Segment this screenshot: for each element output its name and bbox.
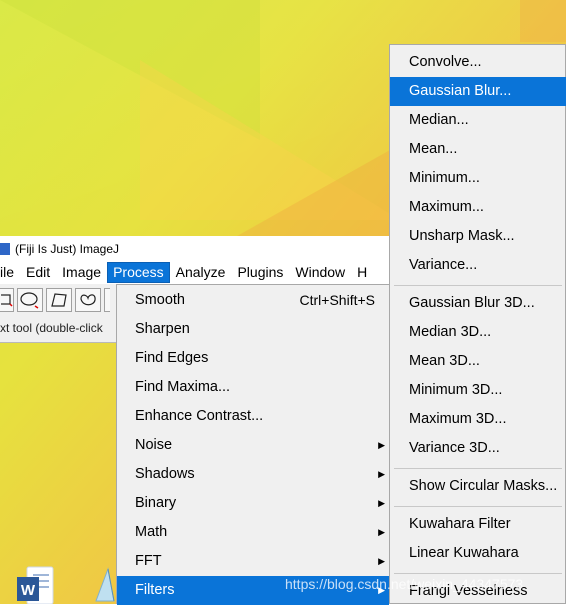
submenu-item-gaussian-blur[interactable]: Gaussian Blur... [390, 77, 566, 106]
menu-item-label: Find Maxima... [135, 379, 231, 395]
submenu-item-median-3d[interactable]: Median 3D... [390, 318, 566, 347]
filters-submenu: Convolve... Gaussian Blur... Median... M… [389, 44, 566, 604]
menu-bar: ile Edit Image Process Analyze Plugins W… [0, 261, 400, 284]
menu-item-shadows[interactable]: Shadows ▶ [117, 460, 389, 489]
wallpaper-shape [520, 0, 566, 42]
menu-image[interactable]: Image [56, 262, 107, 283]
menu-item-label: Binary [135, 495, 177, 511]
freehand-tool-icon[interactable] [75, 288, 101, 312]
menu-item-noise[interactable]: Noise ▶ [117, 431, 389, 460]
desktop-app-icon[interactable] [94, 567, 116, 604]
submenu-item-convolve[interactable]: Convolve... [390, 48, 566, 77]
wallpaper-shape [230, 150, 390, 240]
submenu-item-unsharp-mask[interactable]: Unsharp Mask... [390, 222, 566, 251]
menu-edit[interactable]: Edit [20, 262, 56, 283]
submenu-item-frangi-vesselness[interactable]: Frangi Vesselness [390, 577, 566, 606]
submenu-item-maximum-3d[interactable]: Maximum 3D... [390, 405, 566, 434]
menu-item-label: Math [135, 524, 168, 540]
submenu-arrow-icon: ▶ [378, 440, 385, 450]
menu-item-smooth[interactable]: Smooth Ctrl+Shift+S [117, 286, 389, 315]
menu-item-label: Find Edges [135, 350, 209, 366]
submenu-item-minimum-3d[interactable]: Minimum 3D... [390, 376, 566, 405]
word-app-icon[interactable]: W [15, 565, 55, 605]
menu-analyze[interactable]: Analyze [170, 262, 232, 283]
svg-text:W: W [21, 582, 36, 599]
rectangle-tool-icon[interactable] [0, 288, 14, 312]
submenu-arrow-icon: ▶ [378, 585, 385, 595]
menu-item-label: FFT [135, 553, 162, 569]
submenu-item-gaussian-blur-3d[interactable]: Gaussian Blur 3D... [390, 289, 566, 318]
menu-item-sharpen[interactable]: Sharpen [117, 315, 389, 344]
menu-item-filters[interactable]: Filters ▶ [117, 576, 389, 605]
window-title: (Fiji Is Just) ImageJ [15, 241, 120, 256]
submenu-arrow-icon: ▶ [378, 469, 385, 479]
submenu-item-mean[interactable]: Mean... [390, 135, 566, 164]
menu-item-label: Sharpen [135, 321, 190, 337]
submenu-item-median[interactable]: Median... [390, 106, 566, 135]
menu-item-find-edges[interactable]: Find Edges [117, 344, 389, 373]
submenu-item-maximum[interactable]: Maximum... [390, 193, 566, 222]
line-tool-icon[interactable] [104, 288, 110, 312]
menu-separator [394, 285, 562, 286]
menu-item-find-maxima[interactable]: Find Maxima... [117, 373, 389, 402]
submenu-arrow-icon: ▶ [378, 527, 385, 537]
menu-item-binary[interactable]: Binary ▶ [117, 489, 389, 518]
submenu-item-linear-kuwahara[interactable]: Linear Kuwahara [390, 539, 566, 568]
fiji-app-icon [0, 242, 10, 255]
menu-separator [394, 573, 562, 574]
menu-process[interactable]: Process [107, 262, 170, 283]
menu-plugins[interactable]: Plugins [231, 262, 289, 283]
menu-help[interactable]: H [351, 262, 373, 283]
menu-item-math[interactable]: Math ▶ [117, 518, 389, 547]
menu-item-label: Noise [135, 437, 173, 453]
menu-item-label: Smooth [135, 292, 185, 308]
menu-window[interactable]: Window [289, 262, 351, 283]
menu-separator [394, 506, 562, 507]
submenu-item-variance[interactable]: Variance... [390, 251, 566, 280]
window-titlebar[interactable]: (Fiji Is Just) ImageJ [0, 236, 400, 261]
submenu-item-minimum[interactable]: Minimum... [390, 164, 566, 193]
submenu-arrow-icon: ▶ [378, 498, 385, 508]
submenu-item-variance-3d[interactable]: Variance 3D... [390, 434, 566, 463]
menu-item-label: Enhance Contrast... [135, 408, 264, 424]
menu-item-label: Shadows [135, 466, 195, 482]
menu-file[interactable]: ile [0, 262, 20, 283]
shortcut-label: Ctrl+Shift+S [299, 292, 375, 308]
menu-item-label: Filters [135, 582, 175, 598]
menu-item-enhance-contrast[interactable]: Enhance Contrast... [117, 402, 389, 431]
submenu-item-show-circular-masks[interactable]: Show Circular Masks... [390, 472, 566, 501]
menu-item-fft[interactable]: FFT ▶ [117, 547, 389, 576]
submenu-arrow-icon: ▶ [378, 556, 385, 566]
process-menu: Smooth Ctrl+Shift+S Sharpen Find Edges F… [116, 284, 390, 605]
menu-separator [394, 468, 562, 469]
polygon-tool-icon[interactable] [46, 288, 72, 312]
oval-tool-icon[interactable] [17, 288, 43, 312]
submenu-item-kuwahara-filter[interactable]: Kuwahara Filter [390, 510, 566, 539]
submenu-item-mean-3d[interactable]: Mean 3D... [390, 347, 566, 376]
